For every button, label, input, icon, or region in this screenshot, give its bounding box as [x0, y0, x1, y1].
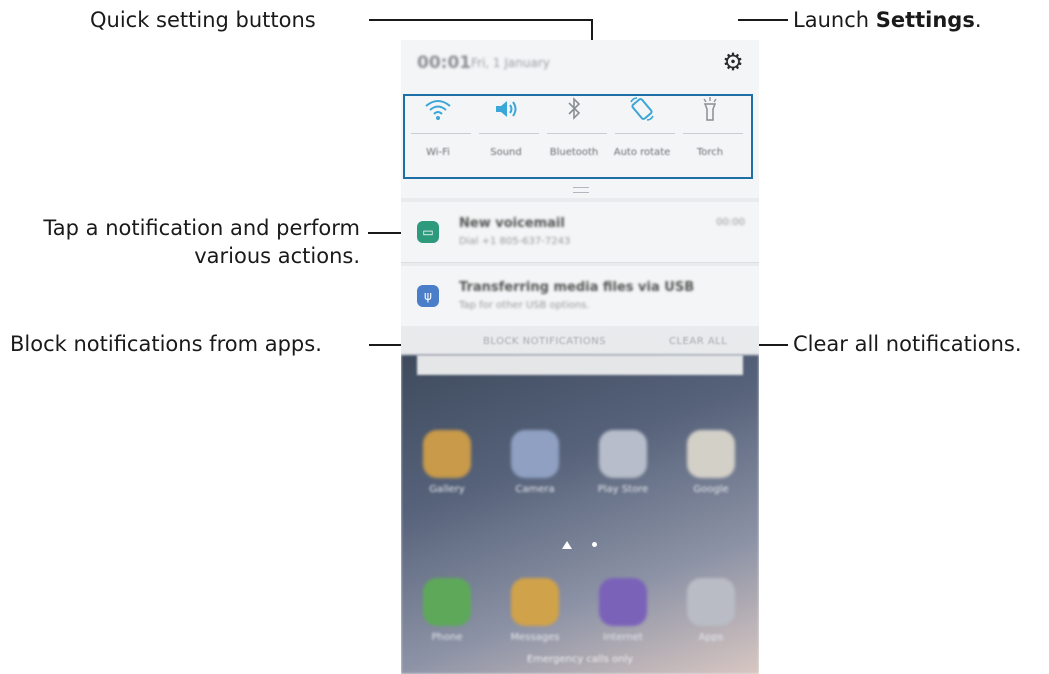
usb-icon: ψ: [417, 285, 439, 307]
notification-text: Tap for other USB options.: [459, 300, 590, 311]
internet-icon: [599, 578, 647, 626]
callout-quick-settings: Quick setting buttons: [90, 8, 316, 32]
divider: [401, 262, 759, 263]
apps-grid-icon: [687, 578, 735, 626]
home-search-bar: [417, 355, 743, 375]
app-label: Messages: [510, 632, 560, 643]
panel-status-row: 00:01 Fri, 1 January ⚙: [401, 40, 759, 90]
app-label: Google: [693, 484, 729, 495]
notification-title: New voicemail: [459, 216, 565, 231]
gallery-icon: [423, 430, 471, 478]
app-label: Camera: [515, 484, 555, 495]
home-page-indicator-icon: [562, 541, 572, 549]
leader-line-quick-settings: [369, 19, 593, 21]
panel-drag-area[interactable]: [401, 182, 759, 198]
notification-item[interactable]: ψ Transferring media files via USB Tap f…: [401, 266, 759, 326]
callout-block-notifications: Block notifications from apps.: [10, 332, 322, 356]
home-app-google[interactable]: Google: [676, 430, 746, 495]
notification-title: Transferring media files via USB: [459, 280, 695, 295]
clear-all-button[interactable]: CLEAR ALL: [669, 336, 727, 347]
app-label: Play Store: [597, 484, 649, 495]
home-app-messages[interactable]: Messages: [500, 578, 570, 643]
home-app-gallery[interactable]: Gallery: [412, 430, 482, 495]
messages-icon: [511, 578, 559, 626]
emergency-calls-text: Emergency calls only: [526, 654, 634, 665]
camera-icon: [511, 430, 559, 478]
callout-clear-all: Clear all notifications.: [793, 332, 1022, 356]
settings-gear-icon[interactable]: ⚙: [720, 49, 746, 75]
app-label: Phone: [431, 632, 463, 643]
app-label: Gallery: [429, 484, 465, 495]
play-store-icon: [599, 430, 647, 478]
status-time: 00:01: [417, 53, 472, 73]
home-app-internet[interactable]: Internet: [588, 578, 658, 643]
quick-settings-highlight-box: [403, 94, 753, 179]
voicemail-icon: ▭: [417, 221, 439, 243]
status-date: Fri, 1 January: [471, 56, 550, 70]
home-app-apps[interactable]: Apps: [676, 578, 746, 643]
app-label: Apps: [698, 632, 724, 643]
notification-time: 00:00: [716, 217, 745, 228]
app-label: Internet: [603, 632, 643, 643]
callout-tap-notification: Tap a notification and perform various a…: [43, 216, 360, 268]
block-notifications-button[interactable]: BLOCK NOTIFICATIONS: [483, 336, 606, 347]
callout-launch-settings: Launch Settings.: [793, 8, 982, 32]
phone-icon: [423, 578, 471, 626]
leader-line-settings: [738, 19, 788, 21]
home-app-play-store[interactable]: Play Store: [588, 430, 658, 495]
page-dot: [592, 542, 597, 547]
home-app-camera[interactable]: Camera: [500, 430, 570, 495]
notification-text: Dial +1 805-637-7243: [459, 236, 571, 247]
page-indicator: [562, 540, 602, 550]
notification-action-bar: BLOCK NOTIFICATIONS CLEAR ALL: [401, 329, 759, 355]
notification-item[interactable]: ▭ New voicemail Dial +1 805-637-7243 00:…: [401, 202, 759, 262]
drag-handle-icon[interactable]: [573, 187, 589, 193]
google-folder-icon: [687, 430, 735, 478]
home-app-phone[interactable]: Phone: [412, 578, 482, 643]
